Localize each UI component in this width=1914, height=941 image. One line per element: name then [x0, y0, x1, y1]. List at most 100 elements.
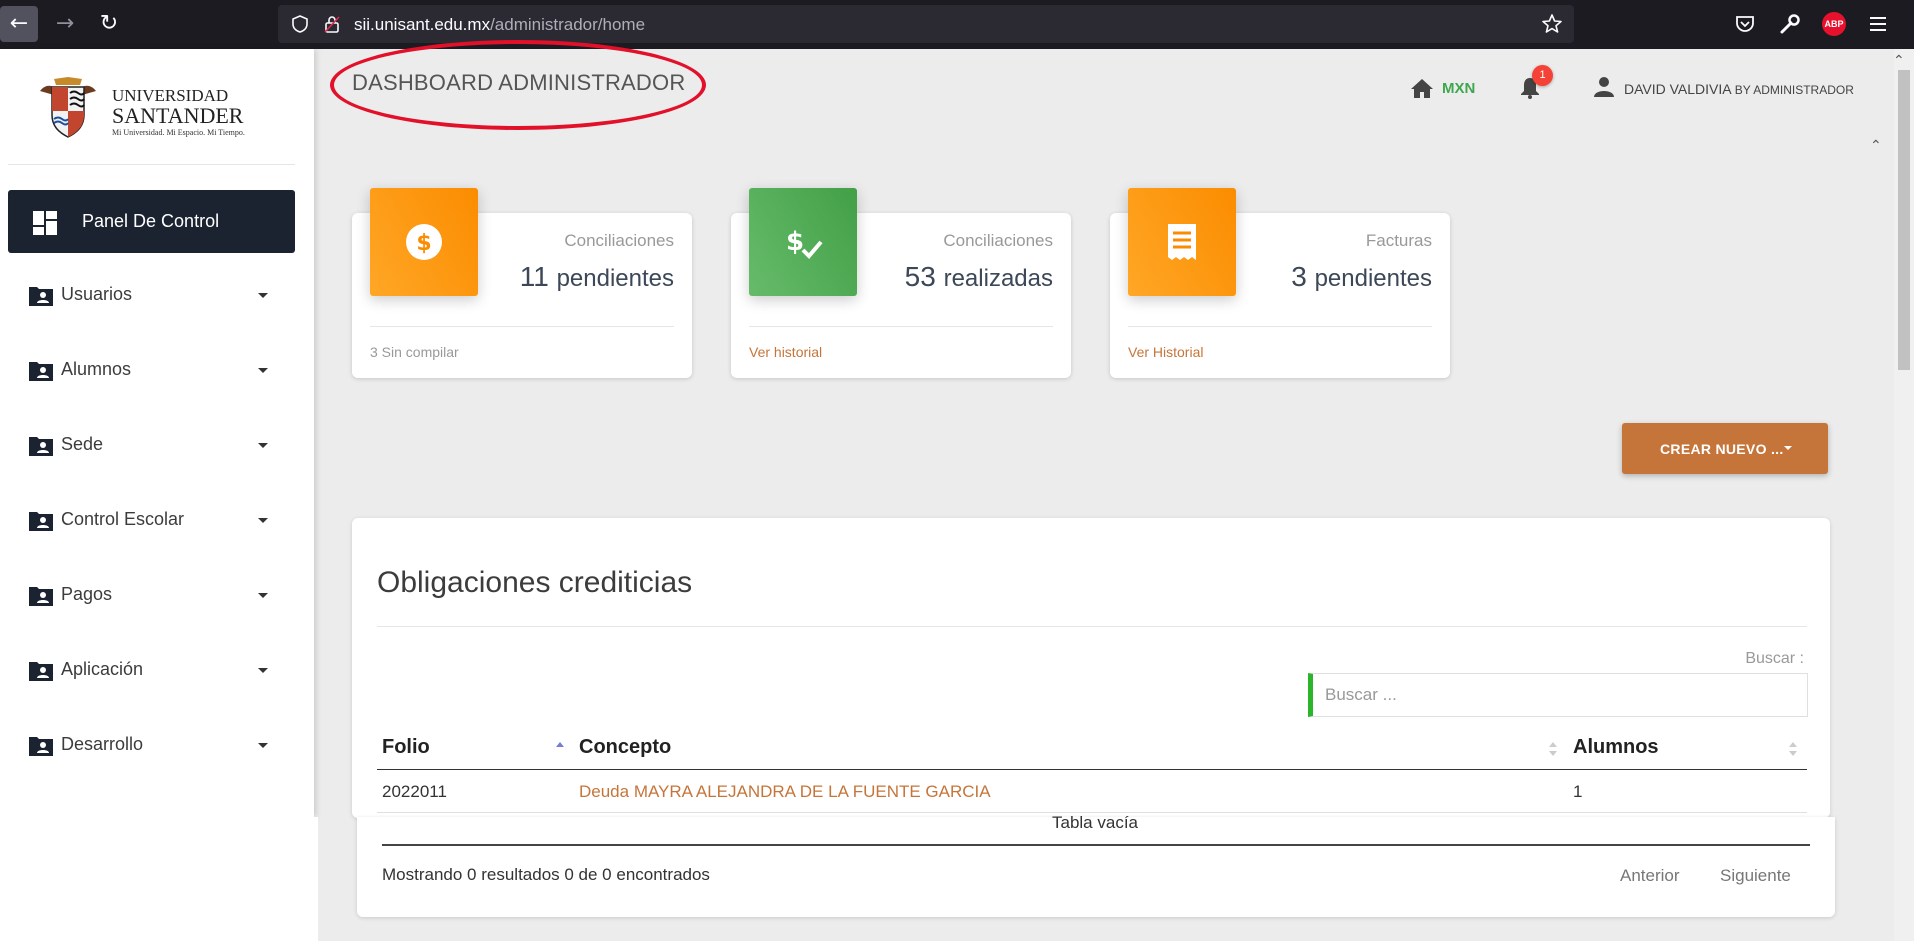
- folder-user-icon: [29, 362, 53, 381]
- sidebar: UNIVERSIDAD SANTANDER Mi Universidad. Mi…: [0, 49, 314, 817]
- column-header-concepto[interactable]: Concepto: [579, 736, 671, 759]
- folder-user-icon: [29, 512, 53, 531]
- svg-text:$: $: [786, 227, 804, 257]
- sidebar-item-label: Sede: [61, 434, 104, 454]
- ver-historial-link[interactable]: Ver historial: [749, 344, 822, 360]
- caret-down-icon: [258, 743, 268, 748]
- next-page-button[interactable]: Siguiente: [1720, 866, 1791, 886]
- chevron-up-icon[interactable]: ⌃: [1870, 137, 1882, 154]
- sidebar-item-control-escolar[interactable]: Control Escolar: [0, 501, 300, 541]
- stat-value: 53 realizadas: [904, 261, 1053, 292]
- cell-alumnos: 1: [1573, 782, 1583, 801]
- dollar-circle-icon: $: [406, 224, 442, 260]
- search-input[interactable]: [1323, 684, 1797, 706]
- stat-divider: [749, 326, 1053, 327]
- folder-user-icon: [29, 737, 53, 756]
- stat-card-facturas-pendientes: Facturas 3 pendientes Ver Historial: [1110, 188, 1450, 378]
- sort-icon[interactable]: [1788, 739, 1798, 759]
- back-arrow-icon[interactable]: ←: [0, 6, 38, 42]
- adblock-icon[interactable]: ABP: [1822, 12, 1846, 36]
- sidebar-item-label: Usuarios: [61, 284, 133, 304]
- stat-icon-box: $: [749, 188, 857, 296]
- sidebar-item-label: Control Escolar: [61, 509, 185, 529]
- folder-user-icon: [29, 587, 53, 606]
- sidebar-item-label: Desarrollo: [61, 734, 144, 754]
- stat-category: Facturas: [1365, 231, 1432, 250]
- stat-icon-box: [1128, 188, 1236, 296]
- caret-down-icon: [258, 293, 268, 298]
- title-divider: [377, 626, 1807, 627]
- stat-divider: [370, 326, 674, 327]
- sidebar-item-alumnos[interactable]: Alumnos: [0, 351, 300, 391]
- scrollbar-thumb[interactable]: [1898, 70, 1910, 370]
- stat-value: 11 pendientes: [519, 261, 674, 292]
- scroll-up-icon[interactable]: ⌃: [1893, 52, 1905, 69]
- browser-toolbar: ← → ↻ sii.unisant.edu.mx/administrador/h…: [0, 0, 1914, 49]
- stat-footer: 3 Sin compilar: [370, 344, 459, 360]
- table-header-rule: [377, 769, 1807, 770]
- annotation-ellipse: [330, 40, 706, 130]
- search-field: [1308, 673, 1808, 717]
- hamburger-menu-icon[interactable]: [1866, 12, 1890, 36]
- column-header-alumnos[interactable]: Alumnos: [1573, 736, 1659, 759]
- caret-down-icon: [258, 668, 268, 673]
- sort-asc-icon[interactable]: [555, 739, 565, 759]
- stat-icon-box: $: [370, 188, 478, 296]
- forward-arrow-icon[interactable]: →: [46, 6, 84, 42]
- ver-historial-facturas-link[interactable]: Ver Historial: [1128, 344, 1203, 360]
- stat-value: 3 pendientes: [1291, 261, 1432, 292]
- shield-icon[interactable]: [290, 14, 310, 34]
- stat-divider: [1128, 326, 1432, 327]
- sidebar-overlay-area: [0, 817, 318, 941]
- sidebar-item-label: Panel De Control: [82, 211, 220, 231]
- folder-user-icon: [29, 662, 53, 681]
- wrench-icon[interactable]: [1778, 12, 1802, 36]
- cell-concepto-link[interactable]: Deuda MAYRA ALEJANDRA DE LA FUENTE GARCI…: [579, 782, 991, 802]
- sidebar-item-label: Pagos: [61, 584, 113, 604]
- dollar-check-icon: $: [786, 227, 823, 259]
- bookmark-star-icon[interactable]: [1540, 12, 1564, 36]
- create-new-button[interactable]: CREAR NUEVO ...: [1622, 423, 1828, 474]
- previous-page-button[interactable]: Anterior: [1620, 866, 1680, 886]
- svg-text:$: $: [416, 231, 431, 256]
- folder-user-icon: [29, 287, 53, 306]
- university-logo[interactable]: UNIVERSIDAD SANTANDER Mi Universidad. Mi…: [34, 75, 274, 141]
- sidebar-item-label: Alumnos: [61, 359, 132, 379]
- currency-label: MXN: [1442, 80, 1476, 97]
- sidebar-item-pagos[interactable]: Pagos: [0, 576, 300, 616]
- folder-user-icon: [29, 437, 53, 456]
- user-icon: [1594, 77, 1614, 97]
- user-role: BY ADMINISTRADOR: [1734, 83, 1854, 97]
- reload-icon[interactable]: ↻: [90, 6, 128, 42]
- caret-down-icon: [258, 443, 268, 448]
- stat-card-conciliaciones-pendientes: $ Conciliaciones 11 pendientes 3 Sin com…: [352, 188, 692, 378]
- obligaciones-card: Obligaciones crediticias Buscar : Folio …: [352, 518, 1830, 818]
- stat-category: Conciliaciones: [943, 231, 1053, 250]
- table-footer-rule: [382, 844, 1810, 846]
- table-title: Obligaciones crediticias: [377, 566, 693, 599]
- dashboard-icon: [33, 211, 57, 235]
- sidebar-item-usuarios[interactable]: Usuarios: [0, 276, 300, 316]
- pocket-icon[interactable]: [1733, 12, 1757, 36]
- search-label: Buscar :: [1745, 650, 1804, 667]
- lock-icon[interactable]: [322, 14, 342, 34]
- sidebar-item-sede[interactable]: Sede: [0, 426, 300, 466]
- stat-card-conciliaciones-realizadas: $ Conciliaciones 53 realizadas Ver histo…: [731, 188, 1071, 378]
- notification-badge[interactable]: 1: [1532, 65, 1553, 86]
- url-text: sii.unisant.edu.mx/administrador/home: [354, 15, 646, 34]
- home-icon: [1411, 79, 1433, 98]
- cell-folio: 2022011: [382, 782, 447, 801]
- caret-down-icon: [1784, 446, 1792, 450]
- receipt-icon: [1168, 224, 1196, 260]
- sidebar-item-desarrollo[interactable]: Desarrollo: [0, 726, 300, 766]
- stat-category: Conciliaciones: [564, 231, 674, 250]
- sidebar-item-panel-de-control[interactable]: Panel De Control: [8, 190, 295, 253]
- pagination-info: Mostrando 0 resultados 0 de 0 encontrado…: [382, 865, 710, 884]
- address-bar[interactable]: sii.unisant.edu.mx/administrador/home: [278, 5, 1574, 43]
- sort-icon[interactable]: [1548, 739, 1558, 759]
- create-new-label: CREAR NUEVO ...: [1660, 441, 1784, 457]
- empty-table-text: Tabla vacía: [1052, 813, 1138, 832]
- logo-divider: [8, 164, 295, 165]
- column-header-folio[interactable]: Folio: [382, 736, 430, 759]
- sidebar-item-aplicacion[interactable]: Aplicación: [0, 651, 300, 691]
